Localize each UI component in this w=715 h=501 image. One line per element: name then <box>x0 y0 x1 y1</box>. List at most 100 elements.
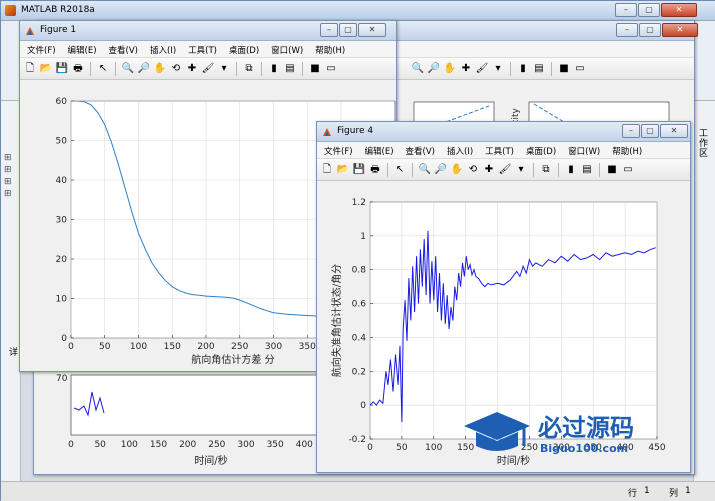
expand-icon[interactable]: ⊞ <box>4 177 12 187</box>
print-icon[interactable]: 🖶 <box>71 62 85 76</box>
open-icon[interactable]: 📂 <box>336 163 350 177</box>
menu-item[interactable]: 窗口(W) <box>561 142 605 158</box>
save-icon[interactable]: 💾 <box>55 62 69 76</box>
y-tick-label: 10 <box>56 295 68 305</box>
dock-icon[interactable]: ▭ <box>573 62 587 76</box>
toolbar-separator <box>302 61 303 76</box>
zoom-in-icon[interactable]: 🔍 <box>411 62 425 76</box>
data-cursor-icon[interactable]: ✚ <box>482 163 496 177</box>
y-tick-label: 50 <box>56 137 68 147</box>
minimize-button[interactable]: – <box>616 23 638 37</box>
rotate-icon[interactable]: ⟲ <box>466 163 480 177</box>
pan-icon[interactable]: ✋ <box>443 62 457 76</box>
menu-item[interactable]: 编辑(E) <box>61 41 102 57</box>
expand-icon[interactable]: ⊞ <box>4 189 12 199</box>
link-plot-icon[interactable]: ⧉ <box>539 163 553 177</box>
open-icon[interactable]: 📂 <box>39 62 53 76</box>
toolbar-separator <box>533 162 534 177</box>
dock-icon[interactable]: ▭ <box>621 163 635 177</box>
brush-icon[interactable]: 🖌 <box>201 62 215 76</box>
dropdown-icon[interactable]: ▾ <box>491 62 505 76</box>
hide-tools-icon[interactable]: ■ <box>605 163 619 177</box>
legend-icon[interactable]: ▤ <box>532 62 546 76</box>
maximize-button[interactable]: ▢ <box>641 124 659 138</box>
colorbar-icon[interactable]: ▮ <box>564 163 578 177</box>
y-axis-label: 航向失准角估计状态/角分 <box>330 264 343 377</box>
y-tick-label: 40 <box>56 176 68 186</box>
print-icon[interactable]: 🖶 <box>368 163 382 177</box>
minimize-button[interactable]: – <box>615 3 637 17</box>
maximize-button[interactable]: ▢ <box>639 23 661 37</box>
x-axis-label: 航向角估计方差 分 <box>191 353 274 366</box>
menu-item[interactable]: 工具(T) <box>181 41 222 57</box>
close-button[interactable]: ✕ <box>358 23 386 37</box>
data-cursor-icon[interactable]: ✚ <box>459 62 473 76</box>
close-button[interactable]: ✕ <box>660 124 688 138</box>
maximize-button[interactable]: ▢ <box>638 3 660 17</box>
zoom-out-icon[interactable]: 🔎 <box>137 62 151 76</box>
graduation-cap-icon <box>464 412 530 451</box>
left-tab-label[interactable]: 详 <box>9 345 18 358</box>
dropdown-icon[interactable]: ▾ <box>217 62 231 76</box>
menu-item[interactable]: 插入(I) <box>143 41 181 57</box>
menu-item[interactable]: 文件(F) <box>20 41 61 57</box>
hide-tools-icon[interactable]: ■ <box>308 62 322 76</box>
data-cursor-icon[interactable]: ✚ <box>185 62 199 76</box>
close-button[interactable]: ✕ <box>662 23 698 37</box>
y-tick-label: -0.2 <box>348 435 366 445</box>
x-tick-label: 200 <box>197 342 214 352</box>
watermark: 必过源码 Biguo100.com <box>462 402 662 462</box>
menu-item[interactable]: 帮助(H) <box>605 142 647 158</box>
x-tick-label: 300 <box>265 342 282 352</box>
menu-item[interactable]: 桌面(D) <box>519 142 561 158</box>
figure4-controls: – ▢ ✕ <box>622 124 688 139</box>
menu-item[interactable]: 窗口(W) <box>264 41 308 57</box>
zoom-out-icon[interactable]: 🔎 <box>427 62 441 76</box>
colorbar-icon[interactable]: ▮ <box>267 62 281 76</box>
pointer-icon[interactable]: ↖ <box>393 163 407 177</box>
status-col-value: 1 <box>685 486 691 496</box>
pointer-icon[interactable]: ↖ <box>96 62 110 76</box>
menu-item[interactable]: 编辑(E) <box>358 142 399 158</box>
colorbar-icon[interactable]: ▮ <box>516 62 530 76</box>
new-figure-icon[interactable]: 🗋 <box>320 163 334 177</box>
new-figure-icon[interactable]: 🗋 <box>23 62 37 76</box>
menu-item[interactable]: 桌面(D) <box>222 41 264 57</box>
menu-item[interactable]: 帮助(H) <box>308 41 350 57</box>
workspace-tab[interactable]: 工作区 <box>699 129 709 159</box>
link-plot-icon[interactable]: ⧉ <box>242 62 256 76</box>
menu-item[interactable]: 查看(V) <box>102 41 143 57</box>
maximize-button[interactable]: ▢ <box>339 23 357 37</box>
figure-icon <box>26 27 34 35</box>
hide-tools-icon[interactable]: ■ <box>557 62 571 76</box>
figure4-menu-bar: 文件(F) 编辑(E) 查看(V) 插入(I) 工具(T) 桌面(D) 窗口(W) 帮助(H) <box>317 142 690 159</box>
legend-icon[interactable]: ▤ <box>283 62 297 76</box>
menu-item[interactable]: 插入(I) <box>440 142 478 158</box>
brush-icon[interactable]: 🖌 <box>475 62 489 76</box>
brush-icon[interactable]: 🖌 <box>498 163 512 177</box>
save-icon[interactable]: 💾 <box>352 163 366 177</box>
expand-icon[interactable]: ⊞ <box>4 165 12 175</box>
x-tick-label: 0 <box>68 342 74 352</box>
dock-icon[interactable]: ▭ <box>324 62 338 76</box>
menu-item[interactable]: 文件(F) <box>317 142 358 158</box>
menu-item[interactable]: 工具(T) <box>478 142 519 158</box>
expand-icon[interactable]: ⊞ <box>4 153 12 163</box>
legend-icon[interactable]: ▤ <box>580 163 594 177</box>
rotate-icon[interactable]: ⟲ <box>169 62 183 76</box>
zoom-out-icon[interactable]: 🔎 <box>434 163 448 177</box>
zoom-in-icon[interactable]: 🔍 <box>121 62 135 76</box>
menu-item[interactable]: 查看(V) <box>399 142 440 158</box>
figure1-toolbar: 🗋 📂 💾 🖶 ↖ 🔍 🔎 ✋ ⟲ ✚ 🖌 ▾ ⧉ ▮ ▤ ■ ▭ <box>20 58 396 80</box>
right-panel: 工作区 <box>693 101 715 481</box>
zoom-in-icon[interactable]: 🔍 <box>418 163 432 177</box>
toolbar-separator <box>387 162 388 177</box>
dropdown-icon[interactable]: ▾ <box>514 163 528 177</box>
minimize-button[interactable]: – <box>622 124 640 138</box>
pan-icon[interactable]: ✋ <box>153 62 167 76</box>
toolbar-separator <box>90 61 91 76</box>
pan-icon[interactable]: ✋ <box>450 163 464 177</box>
close-button[interactable]: ✕ <box>661 3 697 17</box>
bg-x-tick-label: 400 <box>296 440 313 450</box>
minimize-button[interactable]: – <box>320 23 338 37</box>
